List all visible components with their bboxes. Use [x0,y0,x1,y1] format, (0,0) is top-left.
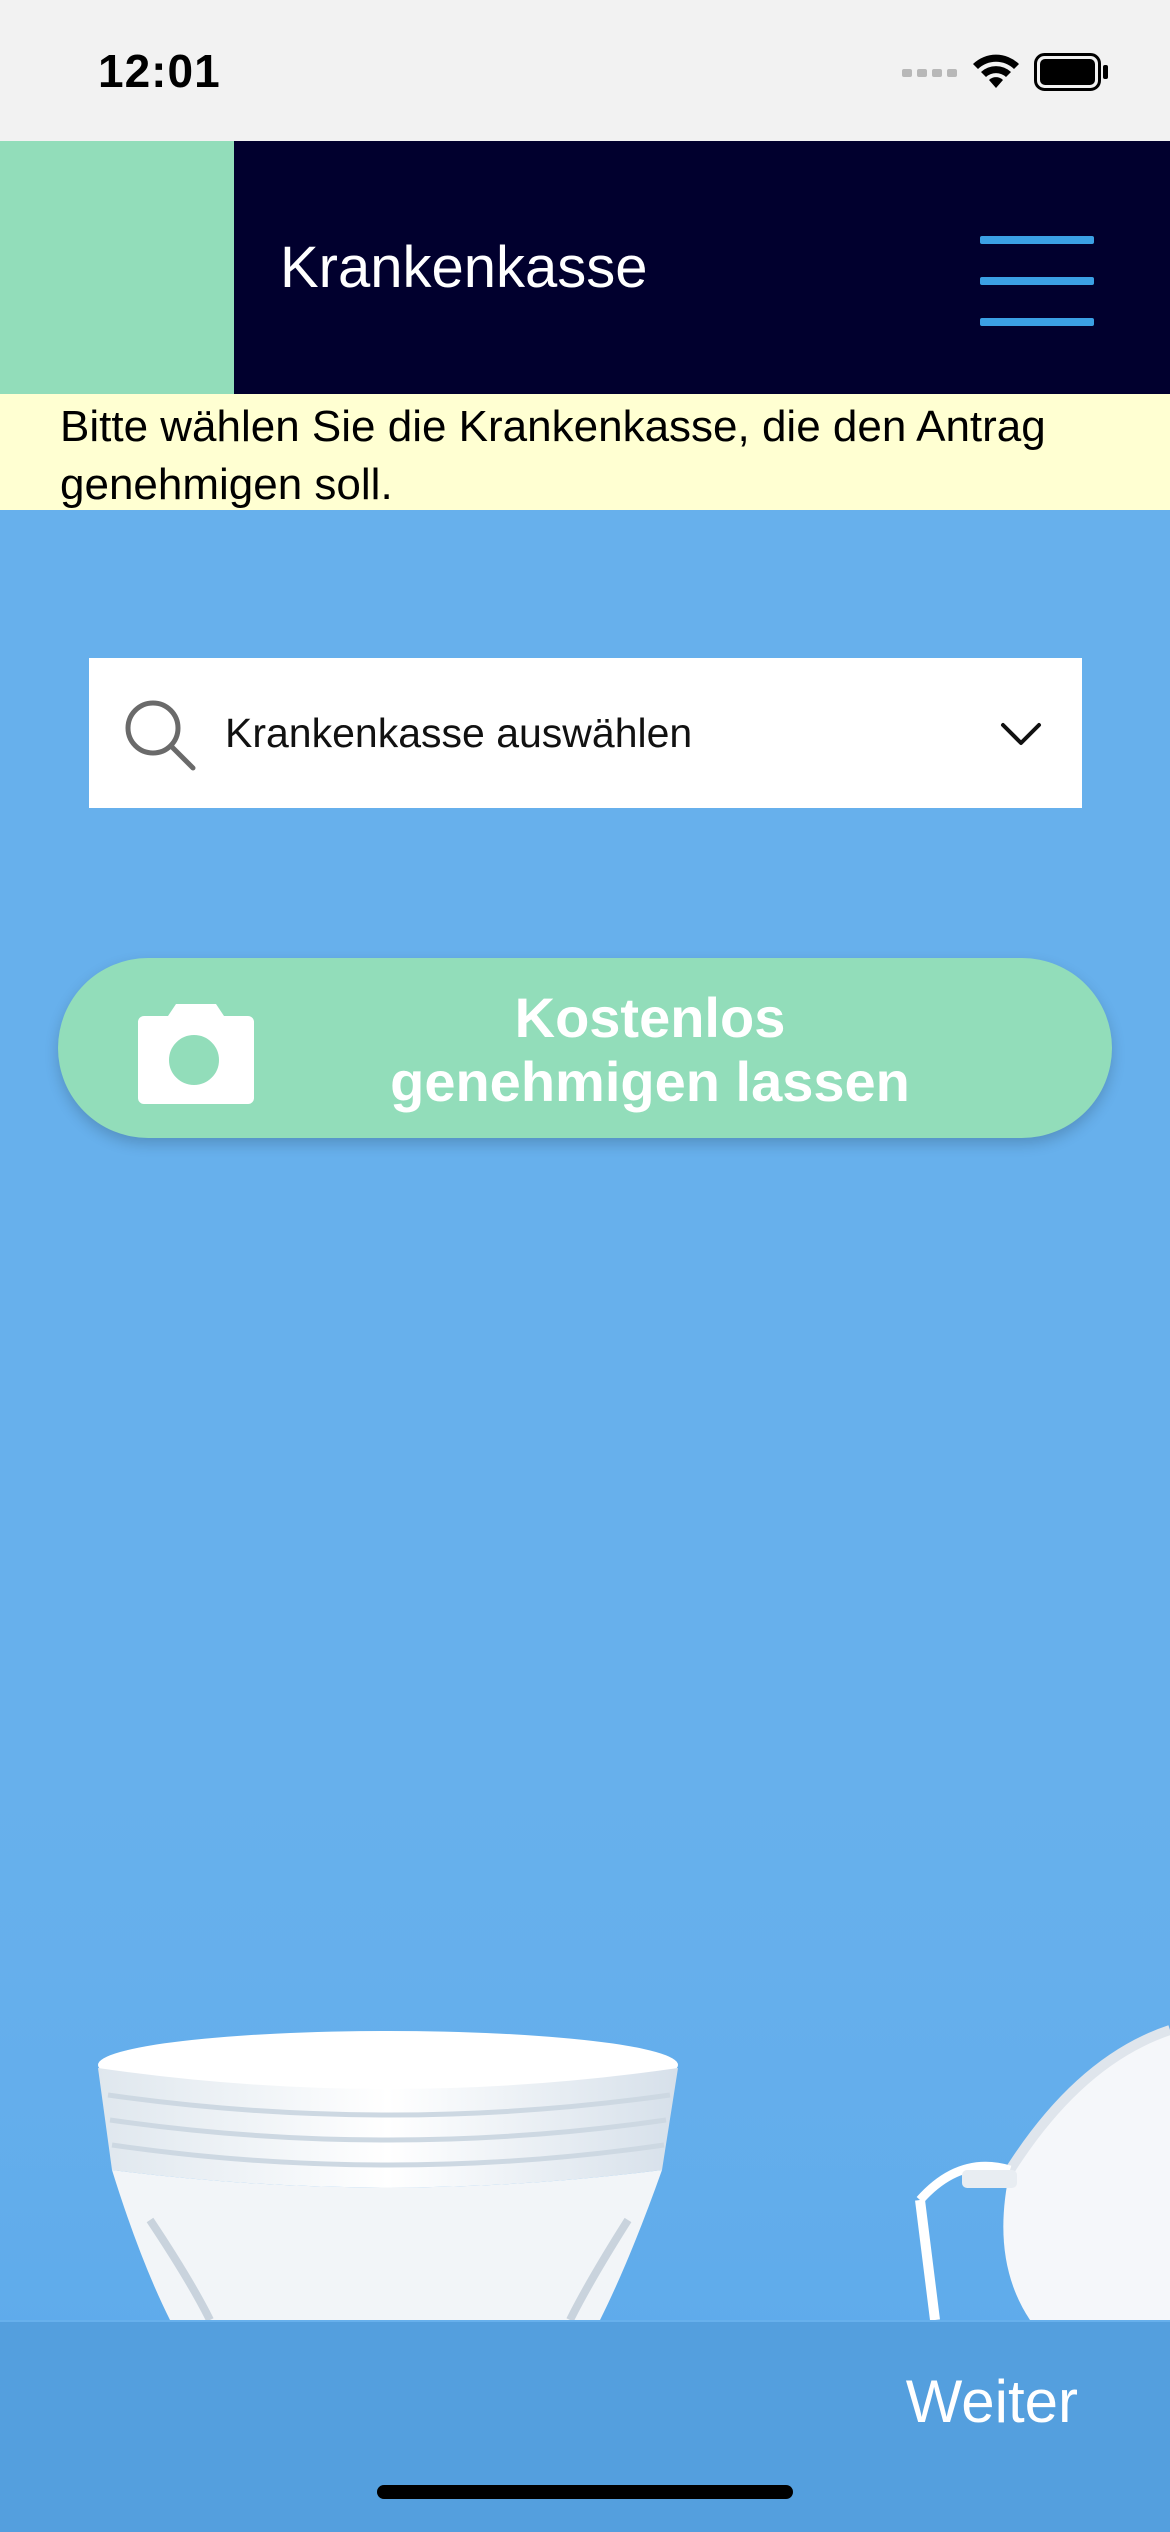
status-bar: 12:01 [0,0,1170,141]
cellular-signal-icon [902,69,957,77]
approve-free-label-line1: Kostenlos [514,986,786,1049]
wifi-icon [973,54,1019,88]
approve-free-label: Kostenlos genehmigen lassen [288,986,1012,1114]
approve-free-button[interactable]: Kostenlos genehmigen lassen [58,958,1112,1138]
status-time: 12:01 [98,45,221,97]
battery-icon [1034,53,1108,91]
home-indicator[interactable] [377,2485,793,2499]
status-icons [902,52,1110,92]
next-button[interactable]: Weiter [906,2322,1078,2482]
approve-free-label-line2: genehmigen lassen [390,1050,910,1113]
insurer-select[interactable]: Krankenkasse auswählen [89,658,1082,808]
insurer-select-placeholder: Krankenkasse auswählen [225,710,693,756]
page-title: Krankenkasse [280,235,648,300]
pads-illustration [98,2031,678,2320]
menu-button[interactable] [980,236,1094,326]
product-background-image [0,1700,1170,2320]
chevron-down-icon [1001,723,1041,745]
bottom-bar: Weiter [0,2322,1170,2532]
app-header: Krankenkasse [0,141,1170,394]
instruction-banner: Bitte wählen Sie die Krankenkasse, die d… [0,394,1170,510]
header-accent-block [0,141,234,394]
search-icon [125,700,196,771]
camera-icon [138,1004,254,1104]
instruction-text: Bitte wählen Sie die Krankenkasse, die d… [60,402,1046,509]
hamburger-menu-icon [980,236,1094,326]
